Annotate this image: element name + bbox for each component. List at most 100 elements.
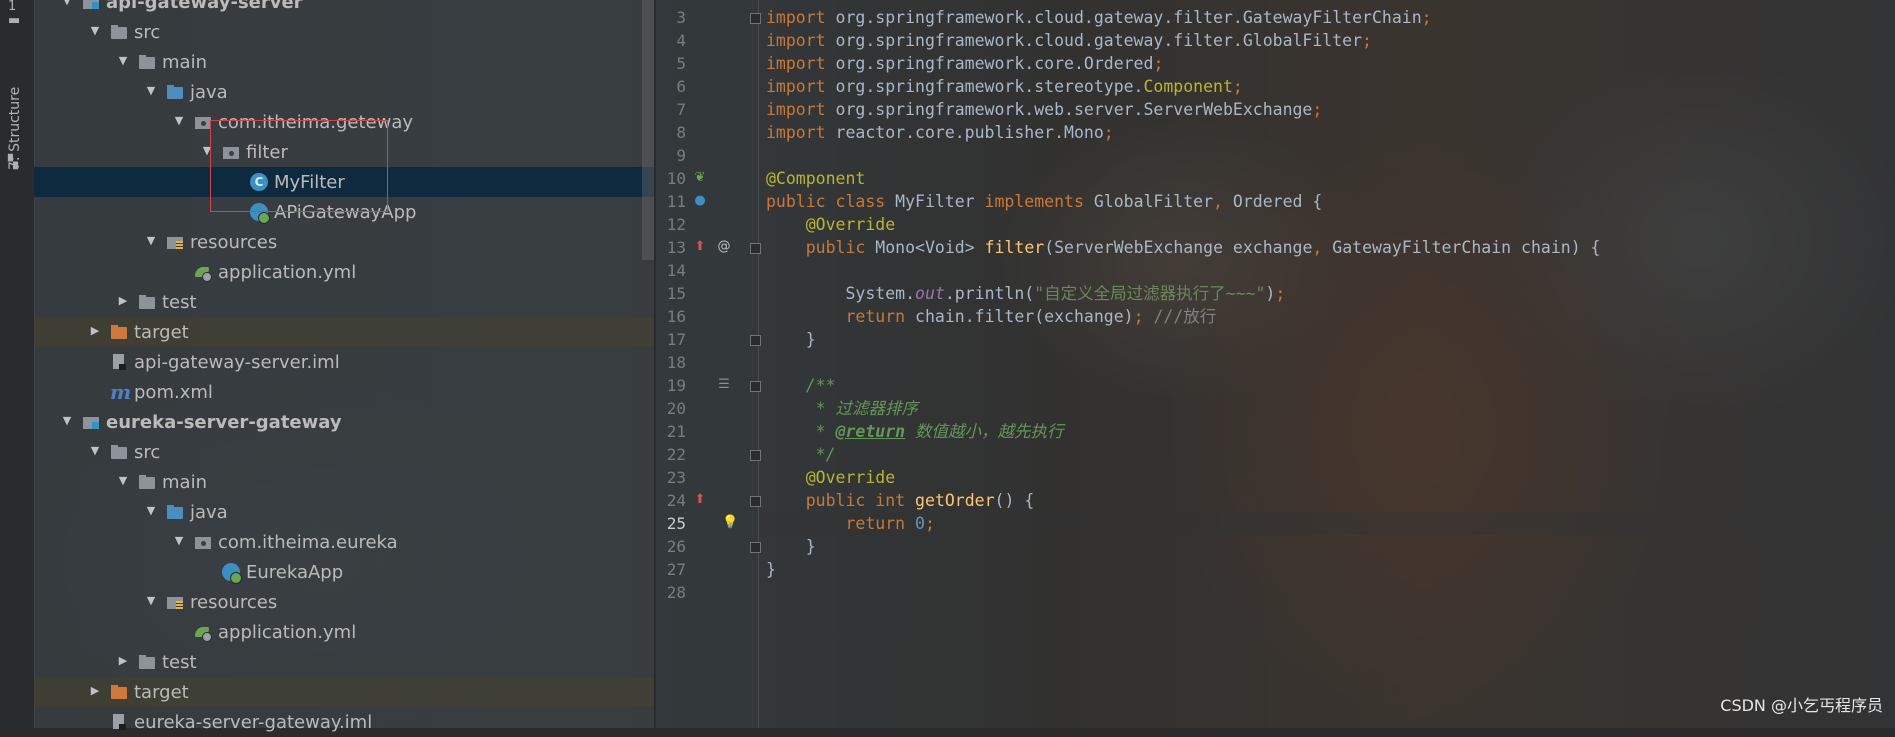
code-line[interactable]: @Component <box>766 167 865 190</box>
expand-arrow-icon[interactable]: ▶ <box>116 654 130 668</box>
structure-icon[interactable]: ▚ <box>8 156 24 170</box>
tree-row[interactable]: ▶ test <box>34 287 654 317</box>
collapse-arrow-icon[interactable]: ▼ <box>144 594 158 608</box>
code-line[interactable]: import org.springframework.core.Ordered; <box>766 52 1163 75</box>
line-number: 24 <box>666 491 686 510</box>
code-line[interactable]: return 0; <box>766 512 934 535</box>
folder-icon <box>110 23 128 41</box>
tree-row[interactable]: ▶ target <box>34 677 654 707</box>
fold-marker-icon[interactable] <box>750 450 761 461</box>
tree-row[interactable]: ▼ java <box>34 497 654 527</box>
line-number: 23 <box>666 468 686 487</box>
expand-arrow-icon[interactable]: ▶ <box>88 324 102 338</box>
fold-marker-icon[interactable] <box>750 381 761 392</box>
doc-lines-icon[interactable]: ☰ <box>716 377 732 393</box>
collapse-arrow-icon[interactable]: ▼ <box>172 114 186 128</box>
expand-arrow-icon[interactable]: ▶ <box>88 684 102 698</box>
code-line[interactable]: * @return 数值越小，越先执行 <box>766 420 1064 443</box>
folder-blue-icon <box>166 503 184 521</box>
collapse-arrow-icon[interactable]: ▼ <box>144 504 158 518</box>
implements-icon[interactable]: ● <box>692 193 708 209</box>
tree-row[interactable]: application.yml <box>34 257 654 287</box>
line-number: 4 <box>676 31 686 50</box>
fold-marker-icon[interactable] <box>750 335 761 346</box>
tree-row[interactable]: eureka-server-gateway.iml <box>34 707 654 737</box>
resources-icon <box>166 593 184 611</box>
code-token: @return <box>835 422 906 441</box>
editor-gutter[interactable]: 3 4 5 6 7 8 9 10 11 12 13 14 15 16 17 18 19 20 21 22 23 24 25 2… <box>656 0 761 728</box>
tree-row[interactable]: api-gateway-server.iml <box>34 347 654 377</box>
collapse-arrow-icon[interactable]: ▼ <box>116 474 130 488</box>
project-folder-icon[interactable]: ▬ <box>8 14 24 28</box>
tree-row[interactable]: ▼ src <box>34 437 654 467</box>
project-tool-number[interactable]: 1 <box>8 0 24 14</box>
fold-marker-icon[interactable] <box>750 496 761 507</box>
collapse-arrow-icon[interactable]: ▼ <box>88 24 102 38</box>
tree-row[interactable]: EurekaApp <box>34 557 654 587</box>
collapse-arrow-icon[interactable]: ▼ <box>88 444 102 458</box>
fold-marker-icon[interactable] <box>750 243 761 254</box>
code-line[interactable]: */ <box>766 443 836 466</box>
code-line[interactable]: import reactor.core.publisher.Mono; <box>766 121 1114 144</box>
code-editor[interactable]: 3 4 5 6 7 8 9 10 11 12 13 14 15 16 17 18 19 20 21 22 23 24 25 2… <box>656 0 1895 728</box>
tree-row[interactable]: ▼ main <box>34 47 654 77</box>
override-up-arrow-icon[interactable]: ⬆ <box>692 492 708 508</box>
tree-row[interactable]: m pom.xml <box>34 377 654 407</box>
collapse-arrow-icon[interactable]: ▼ <box>60 0 74 8</box>
tree-row[interactable]: ▼ main <box>34 467 654 497</box>
code-line[interactable]: /** <box>766 374 836 397</box>
code-line[interactable]: @Override <box>766 466 895 489</box>
code-line[interactable]: public Mono<Void> filter(ServerWebExchan… <box>766 236 1601 259</box>
code-line[interactable]: @Override <box>766 213 895 236</box>
tree-scrollbar[interactable] <box>642 0 654 260</box>
code-token: org.springframework.cloud.gateway.filter… <box>835 31 1363 50</box>
lightbulb-icon[interactable]: 💡 <box>722 515 738 531</box>
collapse-arrow-icon[interactable]: ▼ <box>172 534 186 548</box>
tree-item-label: main <box>162 472 207 493</box>
tree-row[interactable]: ▼ java <box>34 77 654 107</box>
line-number: 28 <box>666 583 686 602</box>
tree-row[interactable]: application.yml <box>34 617 654 647</box>
tree-row[interactable]: ▼ resources <box>34 227 654 257</box>
code-line[interactable]: } <box>766 558 776 581</box>
fold-marker-icon[interactable] <box>750 542 761 553</box>
collapse-arrow-icon[interactable]: ▼ <box>60 414 74 428</box>
tool-window-strip: 1 ▬ 7: Structure ▚ <box>0 0 35 728</box>
at-sign-icon[interactable]: @ <box>716 239 732 255</box>
project-tree[interactable]: ▼ api-gateway-server ▼ src ▼ main ▼ java ▼ com.it… <box>34 0 654 733</box>
line-number: 12 <box>666 215 686 234</box>
spring-bean-icon[interactable]: ❦ <box>692 170 708 186</box>
tree-item-label: eureka-server-gateway <box>106 412 342 433</box>
code-line[interactable]: } <box>766 535 816 558</box>
tree-row[interactable]: ▼ com.itheima.eureka <box>34 527 654 557</box>
tree-item-label: target <box>134 682 189 703</box>
code-line[interactable]: return chain.filter(exchange); ///放行 <box>766 305 1216 328</box>
code-line[interactable]: import org.springframework.cloud.gateway… <box>766 29 1372 52</box>
code-line[interactable]: System.out.println("自定义全局过滤器执行了~~~"); <box>766 282 1285 305</box>
tree-row[interactable]: ▶ target <box>34 317 654 347</box>
tree-row[interactable]: ▶ test <box>34 647 654 677</box>
code-token: 0 <box>915 514 925 533</box>
expand-arrow-icon[interactable]: ▶ <box>116 294 130 308</box>
code-token: */ <box>766 445 836 464</box>
tree-item-label: api-gateway-server.iml <box>134 352 340 373</box>
collapse-arrow-icon[interactable]: ▼ <box>116 54 130 68</box>
code-line[interactable]: import org.springframework.cloud.gateway… <box>766 6 1432 29</box>
tree-row[interactable]: ▼ eureka-server-gateway <box>34 407 654 437</box>
collapse-arrow-icon[interactable]: ▼ <box>144 234 158 248</box>
code-line[interactable]: import org.springframework.stereotype.Co… <box>766 75 1243 98</box>
code-line[interactable]: import org.springframework.web.server.Se… <box>766 98 1322 121</box>
override-up-arrow-icon[interactable]: ⬆ <box>692 239 708 255</box>
code-line[interactable]: * 过滤器排序 <box>766 397 918 420</box>
tree-item-label: resources <box>190 232 278 253</box>
code-line[interactable]: public class MyFilter implements GlobalF… <box>766 190 1322 213</box>
code-line[interactable]: public int getOrder() { <box>766 489 1035 512</box>
tree-row[interactable]: ▼ api-gateway-server <box>34 0 654 17</box>
fold-marker-icon[interactable] <box>750 13 761 24</box>
tree-row[interactable]: ▼ src <box>34 17 654 47</box>
code-line[interactable]: } <box>766 328 816 351</box>
collapse-arrow-icon[interactable]: ▼ <box>144 84 158 98</box>
tree-item-label: src <box>134 22 161 43</box>
tree-row[interactable]: ▼ resources <box>34 587 654 617</box>
